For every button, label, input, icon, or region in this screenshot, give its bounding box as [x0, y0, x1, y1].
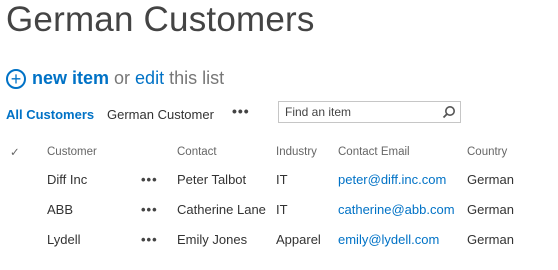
cell-country: German [467, 201, 514, 217]
select-all-checkmark-icon[interactable]: ✓ [6, 140, 42, 164]
table-row[interactable]: ABB ••• Catherine Lane IT catherine@abb.… [6, 194, 537, 224]
cell-email-link[interactable]: emily@lydell.com [338, 232, 439, 247]
cell-customer[interactable]: Diff Inc [42, 164, 133, 194]
page-title: German Customers [6, 0, 315, 39]
cell-email-link[interactable]: peter@diff.inc.com [338, 172, 446, 187]
search-input[interactable] [279, 102, 440, 122]
cell-contact: Catherine Lane [177, 201, 266, 217]
view-all-customers[interactable]: All Customers [6, 107, 94, 122]
column-header-country[interactable]: Country [467, 140, 537, 164]
table-row[interactable]: Lydell ••• Emily Jones Apparel emily@lyd… [6, 224, 537, 254]
cell-industry: IT [276, 201, 288, 217]
or-text: or [114, 68, 131, 88]
cell-industry: Apparel [276, 231, 321, 247]
column-header-industry[interactable]: Industry [276, 140, 338, 164]
table-row[interactable]: Diff Inc ••• Peter Talbot IT peter@diff.… [6, 164, 537, 194]
list-actions: + new item or edit this list [6, 68, 224, 89]
table-header-row: ✓ Customer Contact Industry Contact Emai… [6, 140, 537, 164]
plus-circle-icon[interactable]: + [6, 68, 26, 89]
row-select[interactable] [6, 164, 42, 194]
column-header-spacer [133, 140, 177, 164]
column-header-contact-email[interactable]: Contact Email [338, 140, 467, 164]
new-item-link[interactable]: new item [32, 68, 109, 89]
row-menu-ellipsis-icon[interactable]: ••• [141, 232, 158, 247]
view-bar: All Customers German Customer ••• [6, 101, 466, 124]
search-box [278, 101, 461, 123]
view-german-customer[interactable]: German Customer [107, 107, 214, 122]
search-icon[interactable] [442, 105, 456, 119]
list-table: ✓ Customer Contact Industry Contact Emai… [6, 140, 537, 254]
cell-customer[interactable]: Lydell [42, 224, 133, 254]
cell-industry: IT [276, 171, 288, 187]
cell-customer[interactable]: ABB [42, 194, 133, 224]
edit-link[interactable]: edit [135, 68, 164, 89]
this-list-text: this list [169, 68, 225, 88]
cell-contact: Emily Jones [177, 231, 248, 247]
column-header-customer[interactable]: Customer [42, 140, 133, 164]
column-header-contact[interactable]: Contact [177, 140, 276, 164]
cell-country: German [467, 231, 514, 247]
cell-email-link[interactable]: catherine@abb.com [338, 202, 455, 217]
row-select[interactable] [6, 224, 42, 254]
cell-contact: Peter Talbot [177, 171, 247, 187]
view-more-ellipsis-icon[interactable]: ••• [232, 103, 250, 119]
cell-country: German [467, 171, 514, 187]
row-select[interactable] [6, 194, 42, 224]
row-menu-ellipsis-icon[interactable]: ••• [141, 172, 158, 187]
row-menu-ellipsis-icon[interactable]: ••• [141, 202, 158, 217]
